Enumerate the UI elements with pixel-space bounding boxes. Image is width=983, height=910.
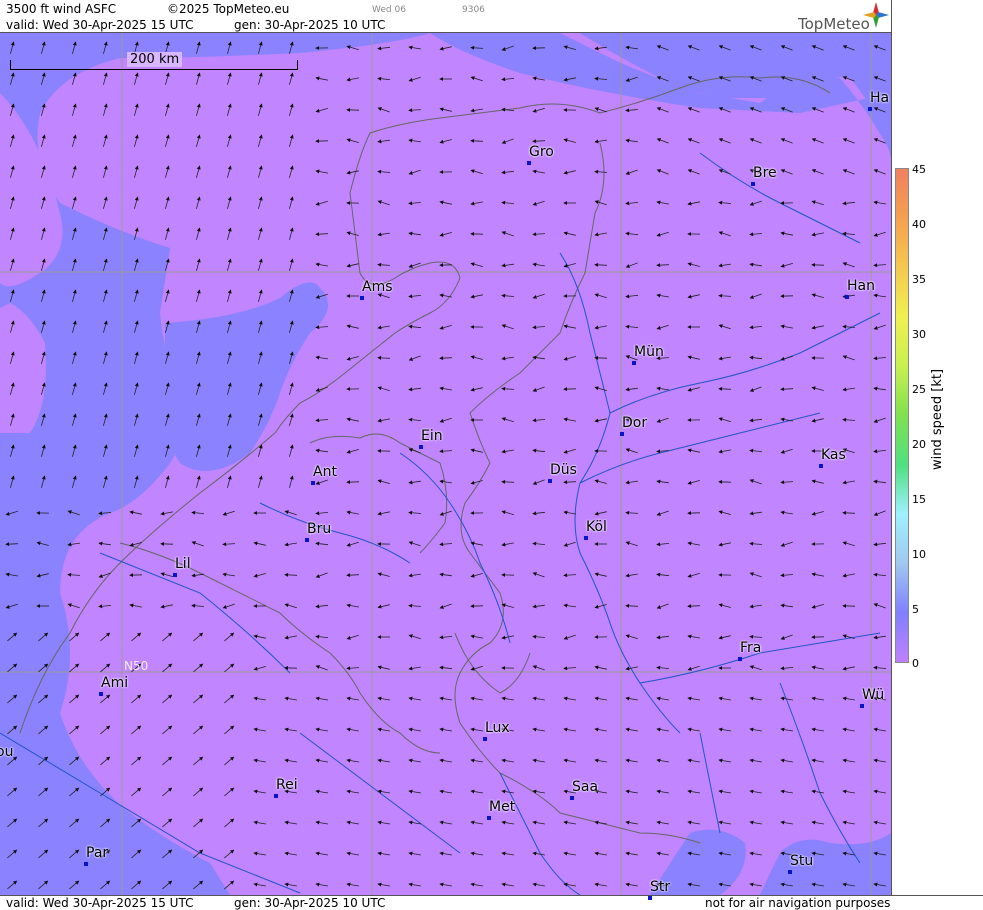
legend-tick: 15 <box>912 493 926 506</box>
city-label: Ams <box>362 280 393 294</box>
city-dot <box>620 432 624 436</box>
city-dot <box>274 794 278 798</box>
city-dot <box>487 816 491 820</box>
footer-valid-time: valid: Wed 30-Apr-2025 15 UTC <box>6 896 193 910</box>
legend-tick: 35 <box>912 273 926 286</box>
legend-tick: 25 <box>912 383 926 396</box>
city-dot <box>632 361 636 365</box>
city-label: Köl <box>586 520 607 534</box>
city-label: Mün <box>634 345 664 359</box>
city-label: Han <box>847 279 875 293</box>
city-label: Lux <box>485 721 510 735</box>
legend-tick: 40 <box>912 218 926 231</box>
city-label: Kas <box>821 448 846 462</box>
city-dot <box>483 737 487 741</box>
header-small-day: Wed 06 <box>372 5 406 15</box>
legend-tick: 5 <box>912 603 919 616</box>
city-dot <box>84 862 88 866</box>
legend-tick: 20 <box>912 438 926 451</box>
city-dot <box>360 296 364 300</box>
city-dot <box>419 445 423 449</box>
city-dot <box>311 481 315 485</box>
city-dot <box>527 161 531 165</box>
wind-speed-colorbar <box>895 168 909 663</box>
city-label: Lil <box>175 557 191 571</box>
city-label: Ami <box>101 676 128 690</box>
footer-generated-time: gen: 30-Apr-2025 10 UTC <box>234 896 385 910</box>
valid-time: valid: Wed 30-Apr-2025 15 UTC <box>6 18 193 32</box>
city-dot <box>173 573 177 577</box>
city-label: Bre <box>753 166 777 180</box>
city-label: Ant <box>313 465 337 479</box>
city-label: Saa <box>572 780 598 794</box>
city-dot <box>845 295 849 299</box>
city-label: Str <box>650 880 670 894</box>
legend-unit-label: wind speed [kt] <box>930 369 945 470</box>
city-dot <box>548 479 552 483</box>
legend-tick: 30 <box>912 328 926 341</box>
city-label: Stu <box>790 854 813 868</box>
city-label: Rei <box>276 778 298 792</box>
city-label: Ha <box>870 91 889 105</box>
city-label: Ein <box>421 429 443 443</box>
copyright: ©2025 TopMeteo.eu <box>167 2 289 16</box>
city-dot <box>738 657 742 661</box>
city-label: Par <box>86 846 108 860</box>
city-label: Düs <box>550 463 577 477</box>
city-dot <box>99 692 103 696</box>
map-right-border <box>891 0 892 895</box>
latitude-label: N50 <box>124 659 148 673</box>
city-label: Bru <box>307 522 331 536</box>
city-dot <box>860 704 864 708</box>
city-label: Wü <box>862 688 884 702</box>
header-small-code: 9306 <box>462 5 485 15</box>
city-label: Gro <box>529 145 554 159</box>
product-title: 3500 ft wind ASFC <box>6 2 116 16</box>
city-dot <box>305 538 309 542</box>
legend-tick: 45 <box>912 163 926 176</box>
city-dot <box>570 796 574 800</box>
city-label: Fra <box>740 641 761 655</box>
city-dot <box>868 107 872 111</box>
city-dot <box>751 182 755 186</box>
city-label: Met <box>489 800 515 814</box>
compass-logo-icon <box>863 2 889 28</box>
city-dot <box>819 464 823 468</box>
footer-disclaimer: not for air navigation purposes <box>705 896 890 910</box>
city-dot <box>788 870 792 874</box>
legend-tick: 10 <box>912 548 926 561</box>
city-label: ou <box>0 745 13 759</box>
brand-logo-text: TopMeteo <box>798 15 870 33</box>
scale-label: 200 km <box>127 52 182 67</box>
generated-time: gen: 30-Apr-2025 10 UTC <box>234 18 385 32</box>
city-dot <box>648 896 652 900</box>
legend-tick: 0 <box>912 657 919 670</box>
city-dot <box>584 536 588 540</box>
city-label: Dor <box>622 416 647 430</box>
wind-map[interactable] <box>0 33 891 895</box>
